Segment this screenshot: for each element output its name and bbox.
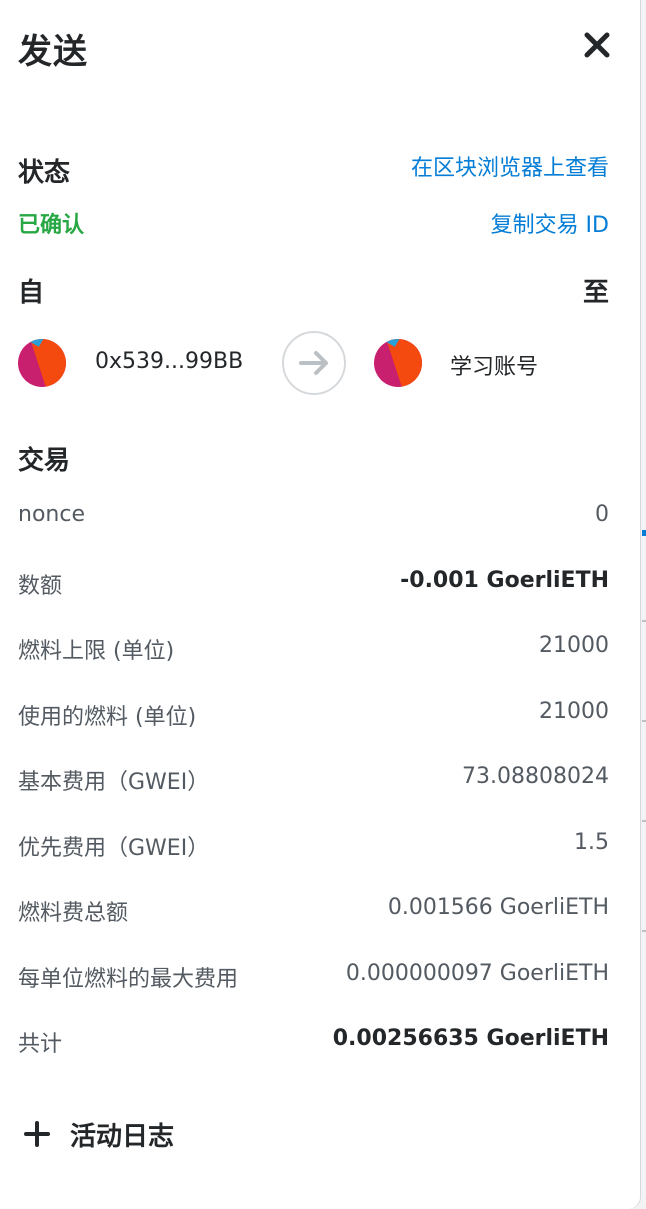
status-badge: 已确认 [18,213,85,238]
tx-row-value: 0.00256635 GoerliETH [332,1026,609,1051]
status-value-row: 已确认 复制交易 ID [18,207,609,241]
tx-row-key: 使用的燃料 (单位) [18,704,197,730]
to-label: 至 [582,278,609,308]
tx-row-value: 73.08808024 [462,764,609,789]
background-edge-marker [642,820,646,822]
header: 发送 [18,24,612,72]
tx-row-base-fee: 基本费用（GWEI） 73.08808024 [18,746,609,812]
tx-row-max-fee-per-gas: 每单位燃料的最大费用 0.000000097 GoerliETH [18,943,609,1009]
tx-row-value: 1.5 [574,829,609,855]
tx-row-gas-used: 使用的燃料 (单位) 21000 [18,681,609,747]
from-address[interactable]: 0x539...99BB [95,349,243,374]
tx-row-key: 燃料费总额 [18,901,129,926]
activity-log-label: 活动日志 [70,1122,175,1152]
tx-row-amount: 数额 -0.001 GoerliETH [18,550,609,616]
tx-row-nonce: nonce 0 [18,484,609,550]
tx-row-key: 燃料上限 (单位) [18,639,175,664]
tx-row-gas-limit: 燃料上限 (单位) 21000 [18,615,609,681]
close-icon [584,32,610,58]
from-label: 自 [18,278,45,308]
tx-row-key: 优先费用（GWEI） [18,835,210,861]
tx-row-value: -0.001 GoerliETH [400,567,609,593]
tx-row-value: 0.001566 GoerliETH [387,895,609,920]
tx-row-key: 共计 [18,1032,63,1057]
background-edge-marker [642,930,646,932]
from-avatar [18,339,66,387]
to-avatar [374,339,422,387]
background-edge-marker [642,620,646,622]
tx-row-priority-fee: 优先费用（GWEI） 1.5 [18,812,609,878]
tx-row-value: 0.000000097 GoerliETH [345,960,609,986]
tx-row-total-gas-fee: 燃料费总额 0.001566 GoerliETH [18,877,609,943]
background-edge-marker [642,530,646,536]
transaction-details-panel: 发送 状态 在区块浏览器上查看 已确认 复制交易 ID 自 至 0x539...… [0,0,640,1209]
status-label: 状态 [18,158,71,188]
status-row: 状态 在区块浏览器上查看 [18,150,609,190]
copy-transaction-id-link[interactable]: 复制交易 ID [491,207,609,239]
arrow-circle [282,331,346,395]
view-on-explorer-link[interactable]: 在区块浏览器上查看 [411,150,609,182]
close-button[interactable] [582,30,612,60]
tx-row-key: nonce [18,502,85,527]
from-to-labels: 自 至 [18,272,609,308]
plus-icon [24,1121,50,1147]
transaction-details-list: nonce 0 数额 -0.001 GoerliETH 燃料上限 (单位) 21… [18,484,609,1074]
page-title: 发送 [18,32,88,72]
tx-row-total: 共计 0.00256635 GoerliETH [18,1008,609,1074]
tx-row-value: 21000 [539,633,609,658]
background-edge-marker [642,720,646,722]
to-account-name[interactable]: 学习账号 [450,349,538,381]
tx-row-key: 基本费用（GWEI） [18,770,210,795]
tx-row-value: 0 [595,502,609,527]
tx-row-value: 21000 [539,698,609,724]
tx-row-key: 数额 [18,573,63,599]
tx-row-key: 每单位燃料的最大费用 [18,966,239,992]
transaction-section-title: 交易 [18,446,71,476]
arrow-right-icon [299,351,328,375]
